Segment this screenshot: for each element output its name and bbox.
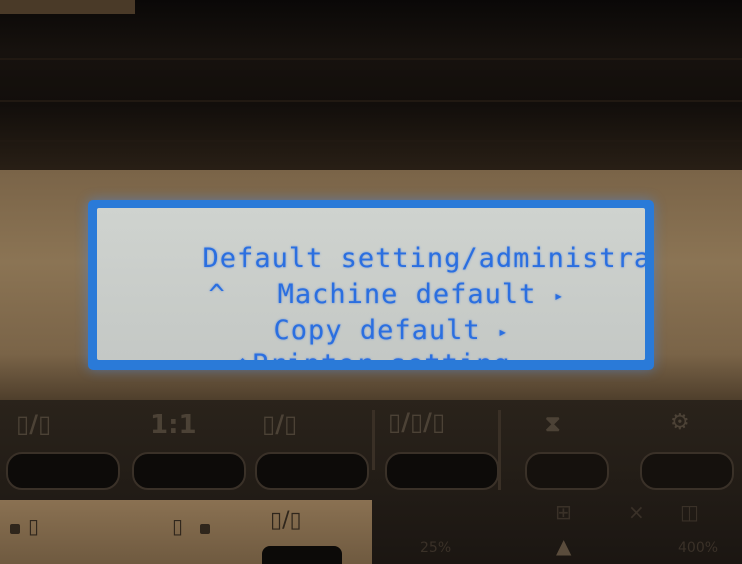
- sort-button[interactable]: [262, 546, 342, 564]
- divider: [372, 410, 375, 470]
- multiply-icon: ×: [628, 500, 645, 524]
- zoom-in-icon: ⊞: [555, 500, 572, 524]
- one-to-one-button[interactable]: [132, 452, 246, 490]
- paper-slot-line: [0, 58, 742, 60]
- original-mode-button[interactable]: [385, 452, 499, 490]
- submenu-arrow-icon: ▸: [553, 286, 565, 305]
- submenu-arrow-icon: ▸: [528, 356, 539, 360]
- sort-icon: ▯/▯: [270, 508, 302, 533]
- zoom-up-arrow-icon[interactable]: ▲: [556, 534, 571, 558]
- selection-cursor-icon: ◇: [235, 349, 252, 360]
- menu-item-label: Printer setting: [252, 349, 511, 360]
- one-to-one-label: 1:1: [150, 410, 197, 440]
- original-mode-icon: ▯/▯/▯: [388, 408, 446, 436]
- duplex-icon: ▯/▯: [16, 410, 52, 438]
- paper-tray-icon: ▯: [172, 514, 184, 538]
- paper-tray-icon: ▯: [28, 514, 40, 538]
- indicator-led: [10, 524, 20, 534]
- exposure-button[interactable]: [525, 452, 609, 490]
- two-sided-button[interactable]: [255, 452, 369, 490]
- paper-slot-line: [0, 140, 742, 142]
- two-sided-copy-icon: ▯/▯: [262, 410, 298, 438]
- indicator-led: [200, 524, 210, 534]
- settings-icon: ⚙: [670, 410, 690, 435]
- exposure-icon: ⧗: [545, 412, 561, 437]
- zoom-out-icon: ◫: [680, 500, 699, 524]
- zoom-max-label: 400%: [678, 540, 719, 556]
- menu-item-printer-setting[interactable]: ◇Printer setting ▸: [105, 318, 539, 360]
- duplex-button[interactable]: [6, 452, 120, 490]
- background-dark-area: [0, 0, 742, 175]
- zoom-min-label: 25%: [420, 540, 452, 556]
- lcd-screen: Default setting/administrat ^ Machine de…: [97, 208, 645, 360]
- settings-button[interactable]: [640, 452, 734, 490]
- lcd-display: Default setting/administrat ^ Machine de…: [88, 200, 654, 370]
- corner-edge: [0, 0, 135, 14]
- paper-slot-line: [0, 100, 742, 102]
